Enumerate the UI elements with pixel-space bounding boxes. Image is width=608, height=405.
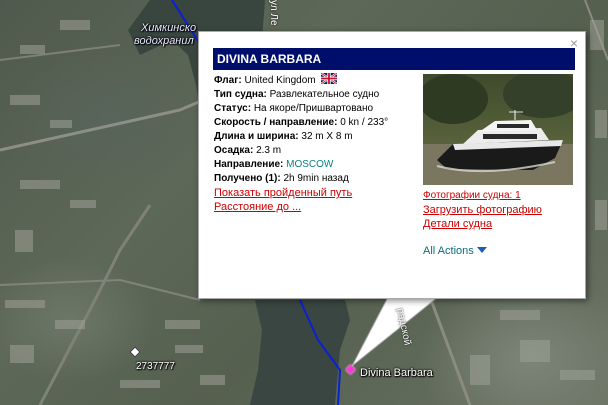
river-water <box>250 300 350 405</box>
vessel-photo[interactable] <box>423 74 573 185</box>
reservoir-label: Химкинско <box>141 22 197 34</box>
speed-label: Скорость / направление: <box>214 117 338 128</box>
status-row: Статус: На якоре/Пришвартовано <box>214 102 410 116</box>
destination-label: Направление: <box>214 159 284 170</box>
vessel-details: Флаг: United Kingdom Тип судна: Развлека… <box>214 73 410 214</box>
vessel-type-label: Тип судна: <box>214 89 267 100</box>
status-value: На якоре/Пришвартовано <box>253 103 374 114</box>
reservoir-label-line2: водохранил <box>134 35 194 47</box>
received-row: Получено (1): 2h 9min назад <box>214 172 410 186</box>
all-actions-dropdown[interactable]: All Actions <box>423 245 487 257</box>
speed-row: Скорость / направление: 0 kn / 233° <box>214 116 410 130</box>
vessel-name-title: DIVINA BARBARA <box>217 52 322 66</box>
received-label: Получено (1): <box>214 173 281 184</box>
dimensions-row: Длина и ширина: 32 m X 8 m <box>214 130 410 144</box>
road <box>38 204 152 405</box>
speed-value: 0 kn / 233° <box>340 117 389 128</box>
show-track-link[interactable]: Показать пройденный путь <box>214 186 410 200</box>
dimensions-label: Длина и ширина: <box>214 131 299 142</box>
vessel-info-popup: × DIVINA BARBARA Флаг: United Kingdom Ти… <box>198 31 586 299</box>
destination-row: Направление: MOSCOW <box>214 158 410 172</box>
flag-row: Флаг: United Kingdom <box>214 73 410 88</box>
status-label: Статус: <box>214 103 252 114</box>
vessel-marker-label[interactable]: Divina Barbara <box>360 367 433 380</box>
chevron-down-icon <box>476 247 487 253</box>
all-actions-label: All Actions <box>423 245 474 257</box>
draught-row: Осадка: 2.3 m <box>214 144 410 158</box>
street-label: ул Ле <box>268 0 279 26</box>
vessel-type-row: Тип судна: Развлекательное судно <box>214 88 410 102</box>
draught-label: Осадка: <box>214 145 254 156</box>
point-marker-label: 2737777 <box>136 361 175 372</box>
road <box>428 296 472 405</box>
flag-value: United Kingdom <box>244 75 316 86</box>
flag-label: Флаг: <box>214 75 242 86</box>
vessel-type-value: Развлекательное судно <box>269 89 380 100</box>
vessel-details-link[interactable]: Детали судна <box>423 217 542 231</box>
photo-links: Фотографии судна: 1 Загрузить фотографию… <box>423 189 542 231</box>
popup-title-bar: DIVINA BARBARA <box>213 48 575 70</box>
distance-to-link[interactable]: Расстояние до ... <box>214 200 410 214</box>
dimensions-value: 32 m X 8 m <box>301 131 353 142</box>
road <box>0 44 121 61</box>
draught-value: 2.3 m <box>256 145 282 156</box>
popup-pointer <box>351 296 440 367</box>
uk-flag-icon <box>321 73 338 84</box>
destination-value: MOSCOW <box>286 159 334 170</box>
vessel-photos-link[interactable]: Фотографии судна: 1 <box>423 189 542 203</box>
upload-photo-link[interactable]: Загрузить фотографию <box>423 203 542 217</box>
yacht-photo-image <box>423 74 573 185</box>
received-value: 2h 9min назад <box>283 173 349 184</box>
